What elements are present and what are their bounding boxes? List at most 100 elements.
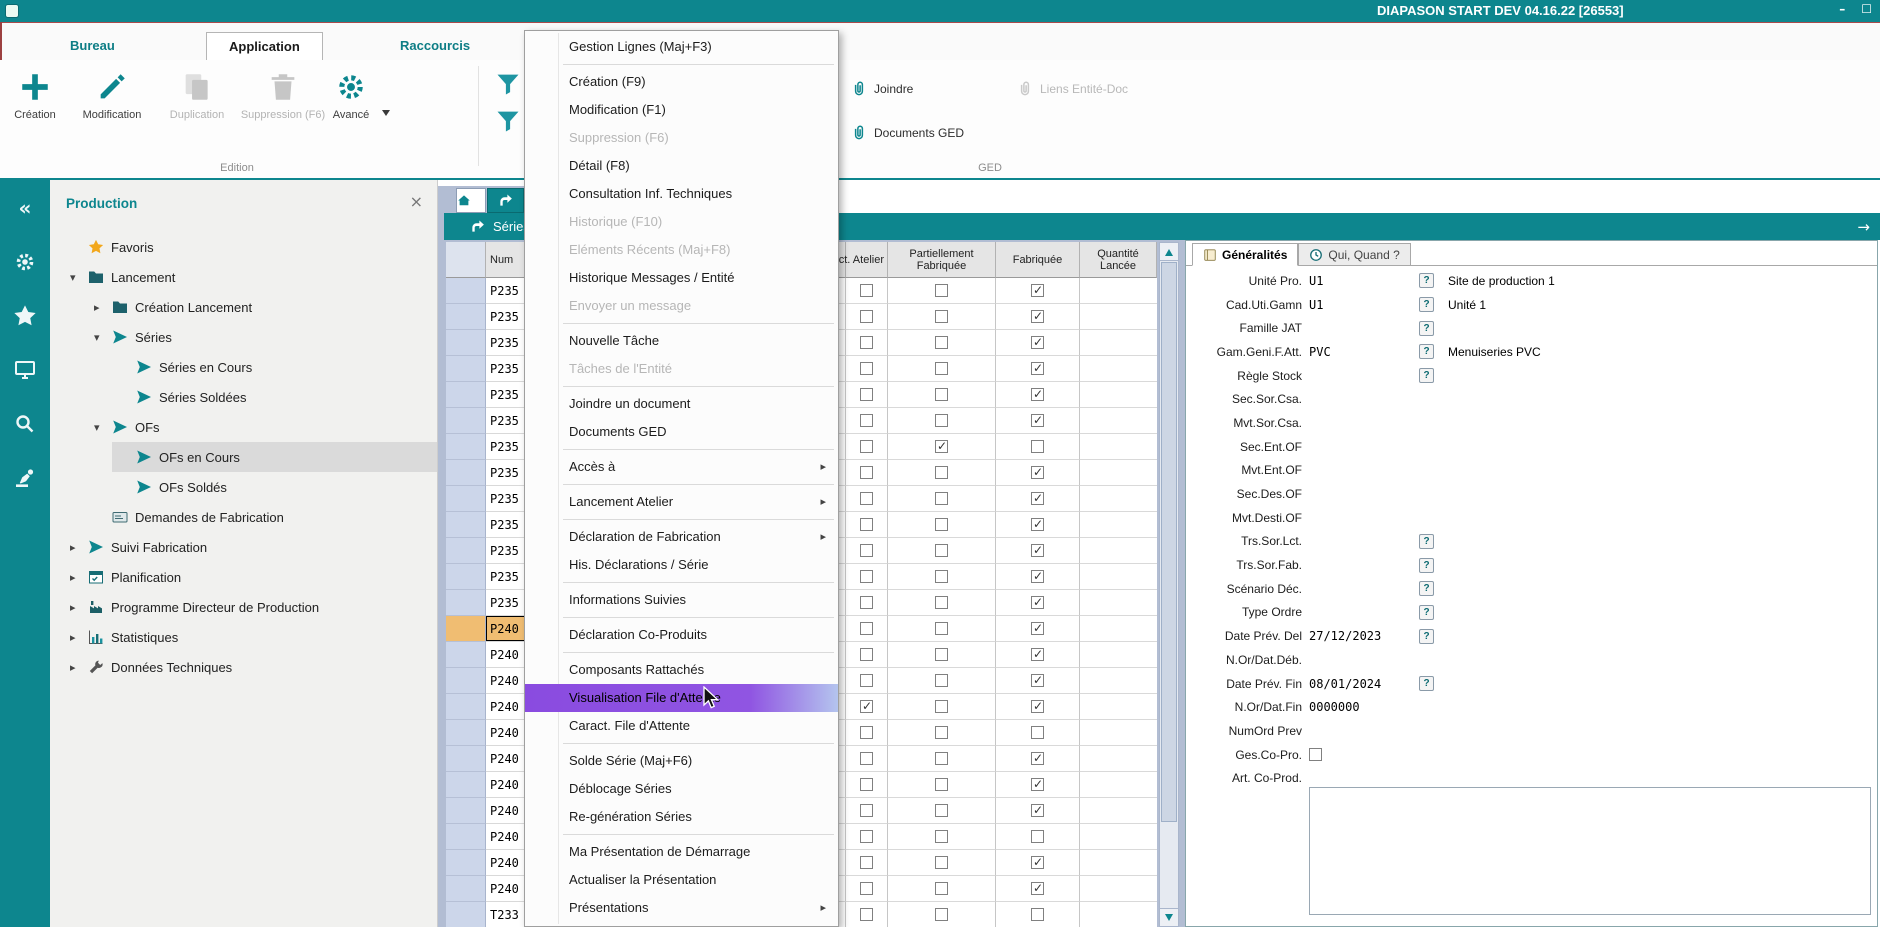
- fabriquee-checkbox[interactable]: [1031, 700, 1044, 713]
- menu-item-lancement-atelier[interactable]: Lancement Atelier▸: [525, 488, 838, 516]
- cell-partiel[interactable]: [888, 616, 996, 642]
- fabriquee-checkbox[interactable]: [1031, 726, 1044, 739]
- nav-item-lancement[interactable]: ▾Lancement: [50, 262, 437, 292]
- menu-item-joindre-un-document[interactable]: Joindre un document: [525, 390, 838, 418]
- partiel-checkbox[interactable]: [935, 622, 948, 635]
- cell-fabriquee[interactable]: [996, 538, 1080, 564]
- joindre-button[interactable]: Joindre: [850, 80, 913, 98]
- help-button[interactable]: ?: [1419, 629, 1434, 644]
- row-selector[interactable]: [446, 564, 486, 590]
- fabriquee-checkbox[interactable]: [1031, 362, 1044, 375]
- cell-fabriquee[interactable]: [996, 720, 1080, 746]
- cell-partiel[interactable]: [888, 486, 996, 512]
- row-selector[interactable]: [446, 616, 486, 642]
- cell-atelier[interactable]: [846, 850, 888, 876]
- row-selector[interactable]: [446, 876, 486, 902]
- column-header[interactable]: Partiellement Fabriquée: [888, 242, 996, 278]
- cell-fabriquee[interactable]: [996, 850, 1080, 876]
- cell-fabriquee[interactable]: [996, 382, 1080, 408]
- avance-dropdown-icon[interactable]: [382, 110, 390, 120]
- atelier-checkbox[interactable]: [860, 700, 873, 713]
- partiel-checkbox[interactable]: [935, 856, 948, 869]
- atelier-checkbox[interactable]: [860, 622, 873, 635]
- document-tab[interactable]: [487, 188, 524, 213]
- cell-partiel[interactable]: [888, 642, 996, 668]
- cell-atelier[interactable]: [846, 694, 888, 720]
- minimize-button[interactable]: –: [1839, 2, 1845, 16]
- cell-partiel[interactable]: [888, 668, 996, 694]
- atelier-checkbox[interactable]: [860, 440, 873, 453]
- cell-atelier[interactable]: [846, 746, 888, 772]
- atelier-checkbox[interactable]: [860, 466, 873, 479]
- cell-partiel[interactable]: [888, 902, 996, 927]
- nav-item-programme-directeur-de-production[interactable]: ▸Programme Directeur de Production: [50, 592, 437, 622]
- nav-item-series-soldees[interactable]: Séries Soldées: [50, 382, 437, 412]
- nav-item-suivi-fabrication[interactable]: ▸Suivi Fabrication: [50, 532, 437, 562]
- cell-atelier[interactable]: [846, 486, 888, 512]
- menu-item-consultation-inf-techniques[interactable]: Consultation Inf. Techniques: [525, 180, 838, 208]
- ribbon-tab-bureau[interactable]: Bureau: [48, 32, 137, 60]
- fabriquee-checkbox[interactable]: [1031, 622, 1044, 635]
- partiel-checkbox[interactable]: [935, 830, 948, 843]
- maximize-button[interactable]: ☐: [1861, 2, 1872, 16]
- ges-co-pro-checkbox[interactable]: [1309, 748, 1322, 761]
- ribbon-tab-application[interactable]: Application: [206, 32, 323, 60]
- nav-item-ofs-en-cours[interactable]: OFs en Cours: [50, 442, 437, 472]
- cell-fabriquee[interactable]: [996, 356, 1080, 382]
- menu-item-declaration-de-fabrication[interactable]: Déclaration de Fabrication▸: [525, 523, 838, 551]
- row-selector[interactable]: [446, 590, 486, 616]
- cell-fabriquee[interactable]: [996, 564, 1080, 590]
- cell-partiel[interactable]: [888, 564, 996, 590]
- cell-atelier[interactable]: [846, 772, 888, 798]
- home-tab[interactable]: [456, 188, 486, 213]
- expander-icon[interactable]: ▾: [70, 271, 88, 284]
- menu-item-deblocage-series[interactable]: Déblocage Séries: [525, 775, 838, 803]
- cell-atelier[interactable]: [846, 720, 888, 746]
- partiel-checkbox[interactable]: [935, 726, 948, 739]
- fabriquee-checkbox[interactable]: [1031, 804, 1044, 817]
- menu-item-documents-ged[interactable]: Documents GED: [525, 418, 838, 446]
- menu-item-re-generation-series[interactable]: Re-génération Séries: [525, 803, 838, 831]
- partiel-checkbox[interactable]: [935, 388, 948, 401]
- column-header[interactable]: ct. Atelier: [846, 242, 888, 278]
- menu-item-creation-f9[interactable]: Création (F9): [525, 68, 838, 96]
- cell-atelier[interactable]: [846, 278, 888, 304]
- row-selector[interactable]: [446, 278, 486, 304]
- atelier-checkbox[interactable]: [860, 310, 873, 323]
- partiel-checkbox[interactable]: [935, 466, 948, 479]
- field-value[interactable]: PVC: [1309, 345, 1419, 359]
- fabriquee-checkbox[interactable]: [1031, 752, 1044, 765]
- row-selector[interactable]: [446, 356, 486, 382]
- cell-atelier[interactable]: [846, 564, 888, 590]
- fabriquee-checkbox[interactable]: [1031, 674, 1044, 687]
- cell-atelier[interactable]: [846, 356, 888, 382]
- fabriquee-checkbox[interactable]: [1031, 570, 1044, 583]
- cell-atelier[interactable]: [846, 902, 888, 927]
- cell-fabriquee[interactable]: [996, 408, 1080, 434]
- nav-item-ofs[interactable]: ▾OFs: [50, 412, 437, 442]
- fabriquee-checkbox[interactable]: [1031, 544, 1044, 557]
- help-button[interactable]: ?: [1419, 534, 1434, 549]
- atelier-checkbox[interactable]: [860, 414, 873, 427]
- fabriquee-checkbox[interactable]: [1031, 596, 1044, 609]
- fabriquee-checkbox[interactable]: [1031, 492, 1044, 505]
- cell-fabriquee[interactable]: [996, 434, 1080, 460]
- avance-button[interactable]: Avancé: [326, 68, 376, 122]
- filter-button[interactable]: [494, 107, 522, 137]
- atelier-checkbox[interactable]: [860, 726, 873, 739]
- partiel-checkbox[interactable]: [935, 544, 948, 557]
- cell-partiel[interactable]: [888, 746, 996, 772]
- menu-item-informations-suivies[interactable]: Informations Suivies: [525, 586, 838, 614]
- atelier-checkbox[interactable]: [860, 674, 873, 687]
- cell-atelier[interactable]: [846, 590, 888, 616]
- field-value[interactable]: U1: [1309, 274, 1419, 288]
- cell-fabriquee[interactable]: [996, 746, 1080, 772]
- atelier-checkbox[interactable]: [860, 830, 873, 843]
- partiel-checkbox[interactable]: [935, 570, 948, 583]
- cell-fabriquee[interactable]: [996, 642, 1080, 668]
- atelier-checkbox[interactable]: [860, 544, 873, 557]
- cell-atelier[interactable]: [846, 382, 888, 408]
- scroll-up-button[interactable]: [1160, 243, 1178, 261]
- row-selector[interactable]: [446, 746, 486, 772]
- atelier-checkbox[interactable]: [860, 284, 873, 297]
